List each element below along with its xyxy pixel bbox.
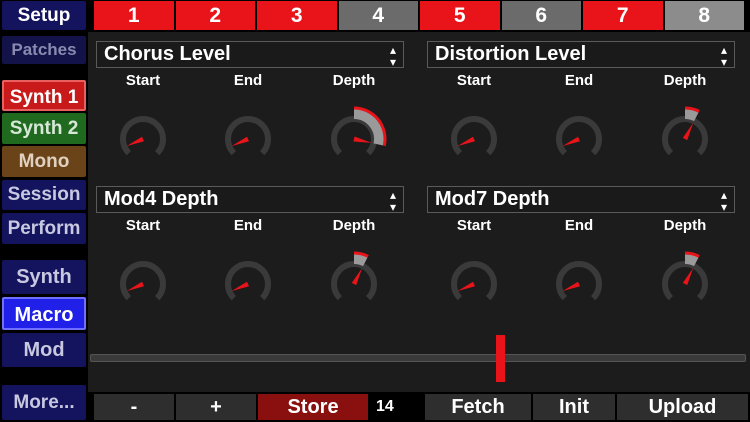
slider-track[interactable] <box>90 354 746 362</box>
depth-knob[interactable] <box>319 249 389 319</box>
knob-label-start: Start <box>456 72 492 89</box>
macro-select-3[interactable]: Mod4 Depth ▴ ▾ <box>96 186 404 213</box>
tab-5[interactable]: 5 <box>420 1 500 30</box>
start-knob[interactable] <box>439 249 509 319</box>
knob-label-end: End <box>233 72 263 89</box>
knob-label-depth: Depth <box>332 217 376 234</box>
synth2-button[interactable]: Synth 2 <box>2 113 86 144</box>
sidebar: Setup Patches Synth 1 Synth 2 Mono Sessi… <box>0 0 88 422</box>
depth-knob[interactable] <box>650 104 720 174</box>
knob-label-end: End <box>564 72 594 89</box>
updown-arrows-icon: ▴ ▾ <box>720 188 727 214</box>
store-button[interactable]: Store <box>258 394 368 420</box>
updown-arrows-icon: ▴ ▾ <box>389 188 396 214</box>
knob-label-end: End <box>233 217 263 234</box>
macro-title: Mod4 Depth <box>104 188 219 210</box>
fetch-button[interactable]: Fetch <box>425 394 531 420</box>
patch-number: 14 <box>376 398 394 415</box>
more-button[interactable]: More... <box>2 385 86 420</box>
macro-title: Chorus Level <box>104 43 231 65</box>
macro-select-2[interactable]: Distortion Level ▴ ▾ <box>427 41 735 68</box>
synth1-button[interactable]: Synth 1 <box>2 80 86 111</box>
knob-label-start: Start <box>456 217 492 234</box>
macro-panel: Chorus Level ▴ ▾ Start End Depth Distortion Le… <box>88 32 750 392</box>
end-knob[interactable] <box>213 249 283 319</box>
tab-8[interactable]: 8 <box>664 1 744 30</box>
patches-button[interactable]: Patches <box>2 36 86 64</box>
start-knob[interactable] <box>108 249 178 319</box>
upload-button[interactable]: Upload <box>617 394 748 420</box>
end-knob[interactable] <box>544 104 614 174</box>
tab-7[interactable]: 7 <box>583 1 663 30</box>
knob-label-start: Start <box>125 217 161 234</box>
init-button[interactable]: Init <box>533 394 615 420</box>
depth-knob[interactable] <box>319 104 389 174</box>
end-knob[interactable] <box>213 104 283 174</box>
updown-arrows-icon: ▴ ▾ <box>720 43 727 69</box>
knob-label-end: End <box>564 217 594 234</box>
knob-label-depth: Depth <box>663 217 707 234</box>
tab-6[interactable]: 6 <box>501 1 581 30</box>
tab-1[interactable]: 1 <box>94 1 174 30</box>
session-button[interactable]: Session <box>2 180 86 210</box>
tab-4[interactable]: 4 <box>338 1 418 30</box>
synth-button[interactable]: Synth <box>2 260 86 294</box>
perform-button[interactable]: Perform <box>2 213 86 244</box>
macro-button[interactable]: Macro <box>2 297 86 330</box>
minus-button[interactable]: - <box>94 394 174 420</box>
macro-title: Distortion Level <box>435 43 587 65</box>
start-knob[interactable] <box>108 104 178 174</box>
knob-label-start: Start <box>125 72 161 89</box>
mod-button[interactable]: Mod <box>2 333 86 367</box>
updown-arrows-icon: ▴ ▾ <box>389 43 396 69</box>
slider-thumb[interactable] <box>495 335 505 382</box>
knob-label-depth: Depth <box>332 72 376 89</box>
start-knob[interactable] <box>439 104 509 174</box>
setup-button[interactable]: Setup <box>2 1 86 30</box>
mono-button[interactable]: Mono <box>2 146 86 177</box>
macro-title: Mod7 Depth <box>435 188 550 210</box>
end-knob[interactable] <box>544 249 614 319</box>
tab-2[interactable]: 2 <box>175 1 255 30</box>
knob-label-depth: Depth <box>663 72 707 89</box>
depth-knob[interactable] <box>650 249 720 319</box>
plus-button[interactable]: + <box>176 394 256 420</box>
macro-select-1[interactable]: Chorus Level ▴ ▾ <box>96 41 404 68</box>
macro-select-4[interactable]: Mod7 Depth ▴ ▾ <box>427 186 735 213</box>
tab-3[interactable]: 3 <box>257 1 337 30</box>
